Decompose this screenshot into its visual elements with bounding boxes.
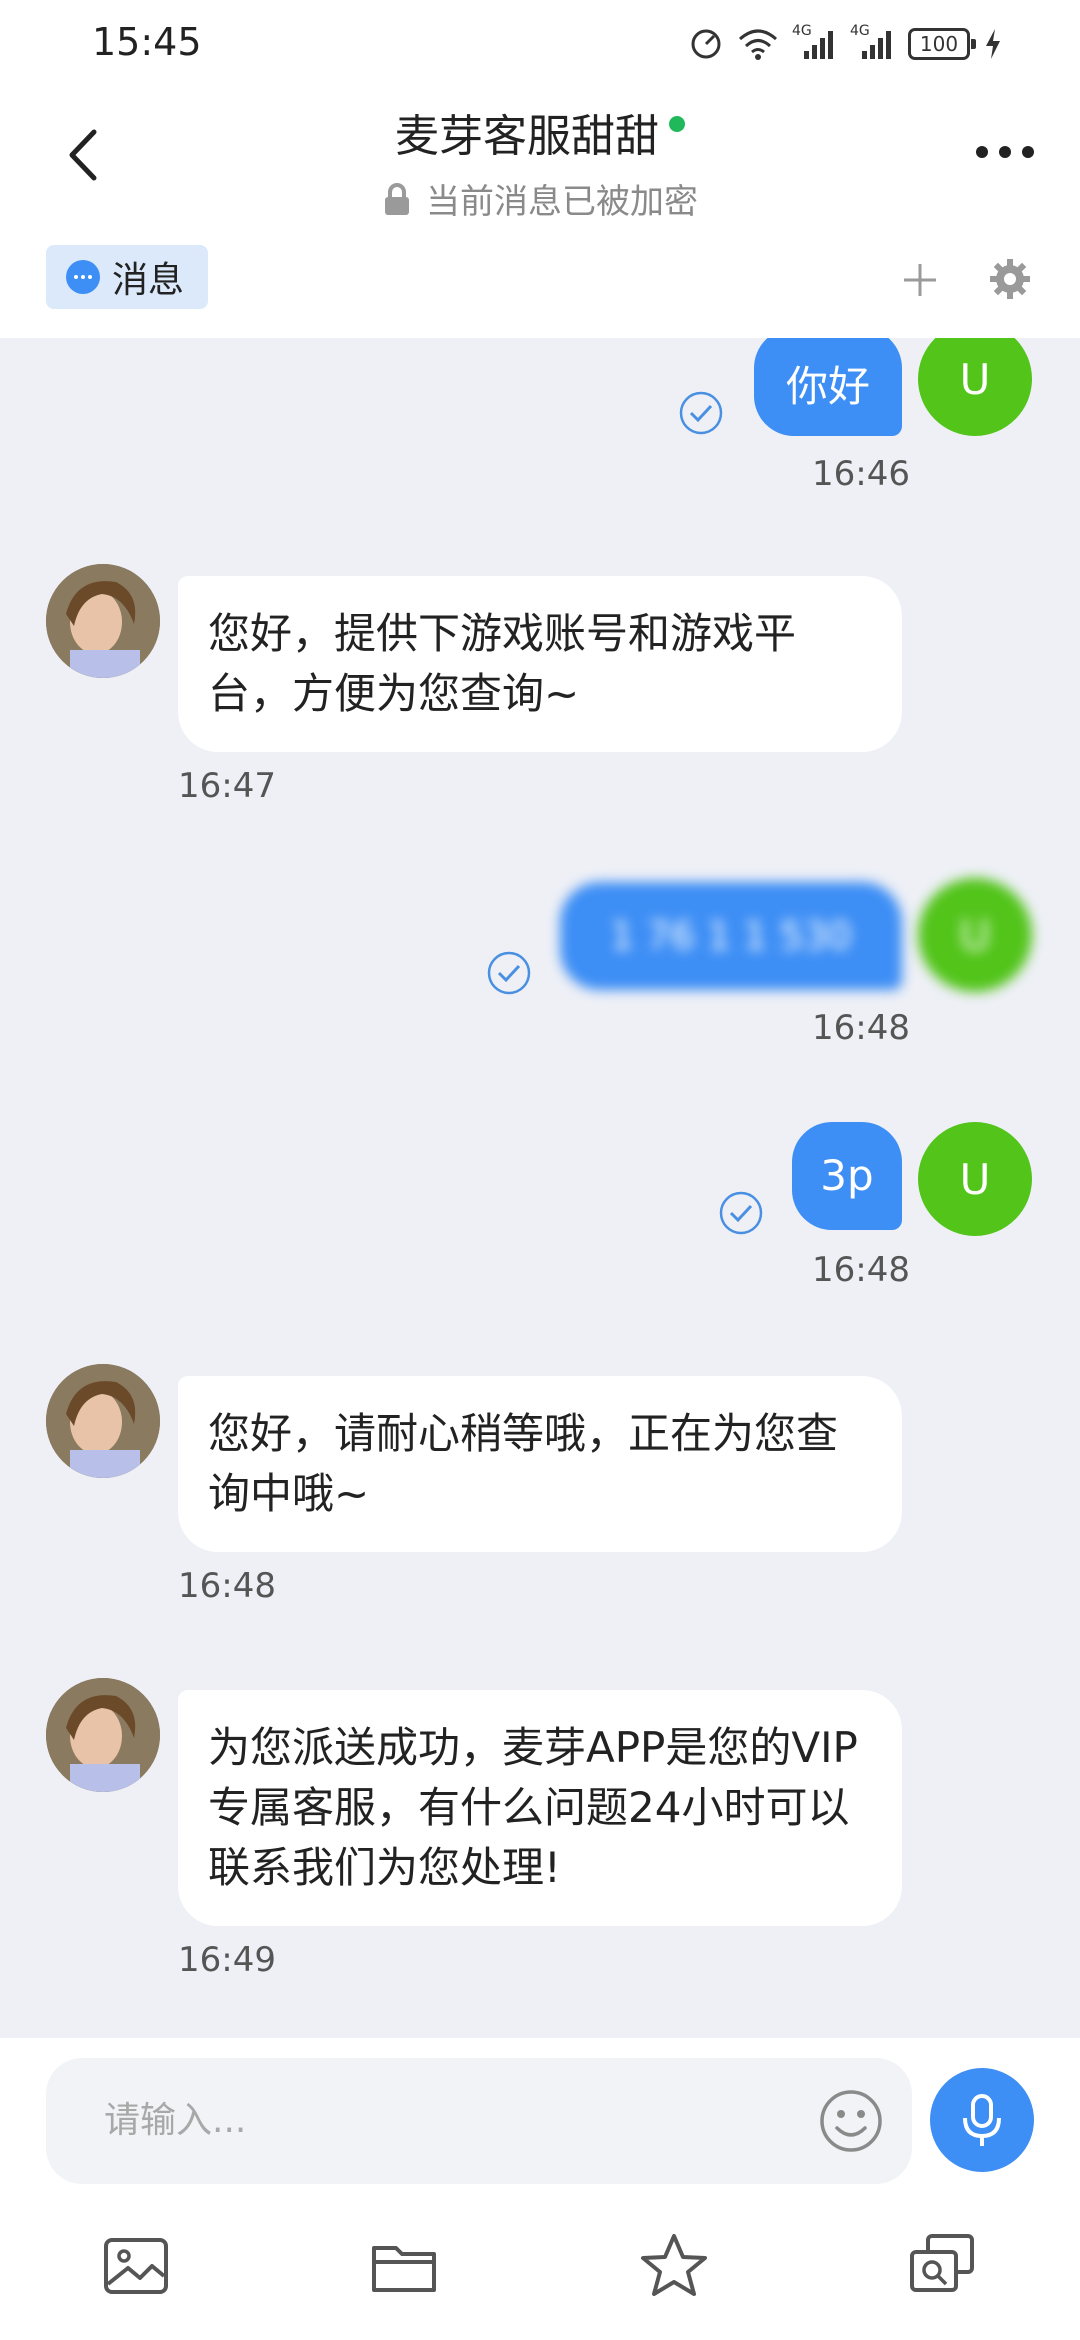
message-time: 16:48 (812, 1008, 910, 1048)
message-time: 16:47 (178, 766, 276, 806)
chat-header: 麦芽客服甜甜 当前消息已被加密 (0, 90, 1080, 230)
message-time: 16:46 (812, 454, 910, 494)
status-icons: 4G 4G 100 (688, 23, 1002, 64)
tab-messages[interactable]: 消息 (46, 245, 208, 309)
agent-name: 麦芽客服甜甜 (395, 111, 659, 162)
gear-icon[interactable] (988, 257, 1032, 301)
tab-row: 消息 (0, 230, 1080, 338)
encryption-notice: 当前消息已被加密 (382, 174, 698, 223)
message-bubble-redacted[interactable]: 1 76 1 1 530 (560, 882, 902, 990)
folder-icon[interactable] (368, 2230, 440, 2302)
page-title: 麦芽客服甜甜 (395, 100, 685, 164)
input-area (0, 2038, 1080, 2198)
emoji-icon[interactable] (818, 2088, 884, 2154)
user-avatar[interactable]: U (918, 1122, 1032, 1236)
message-bubble[interactable]: 你好 (754, 338, 902, 436)
status-bar: 15:45 4G 4G 100 (0, 0, 1080, 90)
message-bubble[interactable]: 3p (792, 1122, 902, 1230)
tab-messages-label: 消息 (112, 260, 185, 301)
agent-avatar[interactable] (46, 1364, 160, 1478)
microphone-icon (963, 2094, 1001, 2146)
message-input[interactable] (104, 2092, 804, 2148)
star-icon[interactable] (638, 2230, 710, 2302)
user-avatar[interactable]: U (918, 878, 1032, 992)
chat-area[interactable]: 你好 U 16:46 您好，提供下游戏账号和游戏平台，方便为您查询~ 16:47… (0, 338, 1080, 2038)
screenshot-search-icon[interactable] (906, 2230, 978, 2302)
data-saver-icon (691, 29, 721, 59)
message-bubble-icon (66, 260, 100, 294)
lock-icon (385, 182, 409, 215)
battery-level: 100 (919, 32, 959, 56)
read-check-icon (487, 951, 531, 995)
bottom-toolbar (0, 2198, 1080, 2340)
online-status-icon (669, 116, 685, 132)
voice-input-button[interactable] (930, 2068, 1034, 2172)
signal-1-icon: 4G (792, 23, 836, 61)
encryption-text: 当前消息已被加密 (426, 182, 698, 222)
message-bubble[interactable]: 为您派送成功，麦芽APP是您的VIP专属客服，有什么问题24小时可以联系我们为您… (178, 1690, 902, 1926)
message-time: 16:48 (812, 1250, 910, 1290)
agent-avatar[interactable] (46, 564, 160, 678)
message-time: 16:49 (178, 1940, 276, 1980)
user-avatar[interactable]: U (918, 338, 1032, 436)
status-time: 15:45 (92, 20, 202, 64)
charging-icon (986, 29, 1000, 59)
wifi-icon (739, 29, 777, 60)
message-bubble[interactable]: 您好，请耐心稍等哦，正在为您查询中哦~ (178, 1376, 902, 1552)
add-icon[interactable] (900, 260, 940, 300)
more-options-icon[interactable] (972, 142, 1038, 162)
message-time: 16:48 (178, 1566, 276, 1606)
read-check-icon (679, 391, 723, 435)
signal-2-icon: 4G (850, 23, 894, 61)
title-block: 麦芽客服甜甜 当前消息已被加密 (0, 100, 1080, 223)
agent-avatar[interactable] (46, 1678, 160, 1792)
read-check-icon (719, 1191, 763, 1235)
battery-icon: 100 (908, 28, 976, 60)
image-icon[interactable] (100, 2230, 172, 2302)
message-input-box[interactable] (46, 2058, 912, 2184)
message-bubble[interactable]: 您好，提供下游戏账号和游戏平台，方便为您查询~ (178, 576, 902, 752)
